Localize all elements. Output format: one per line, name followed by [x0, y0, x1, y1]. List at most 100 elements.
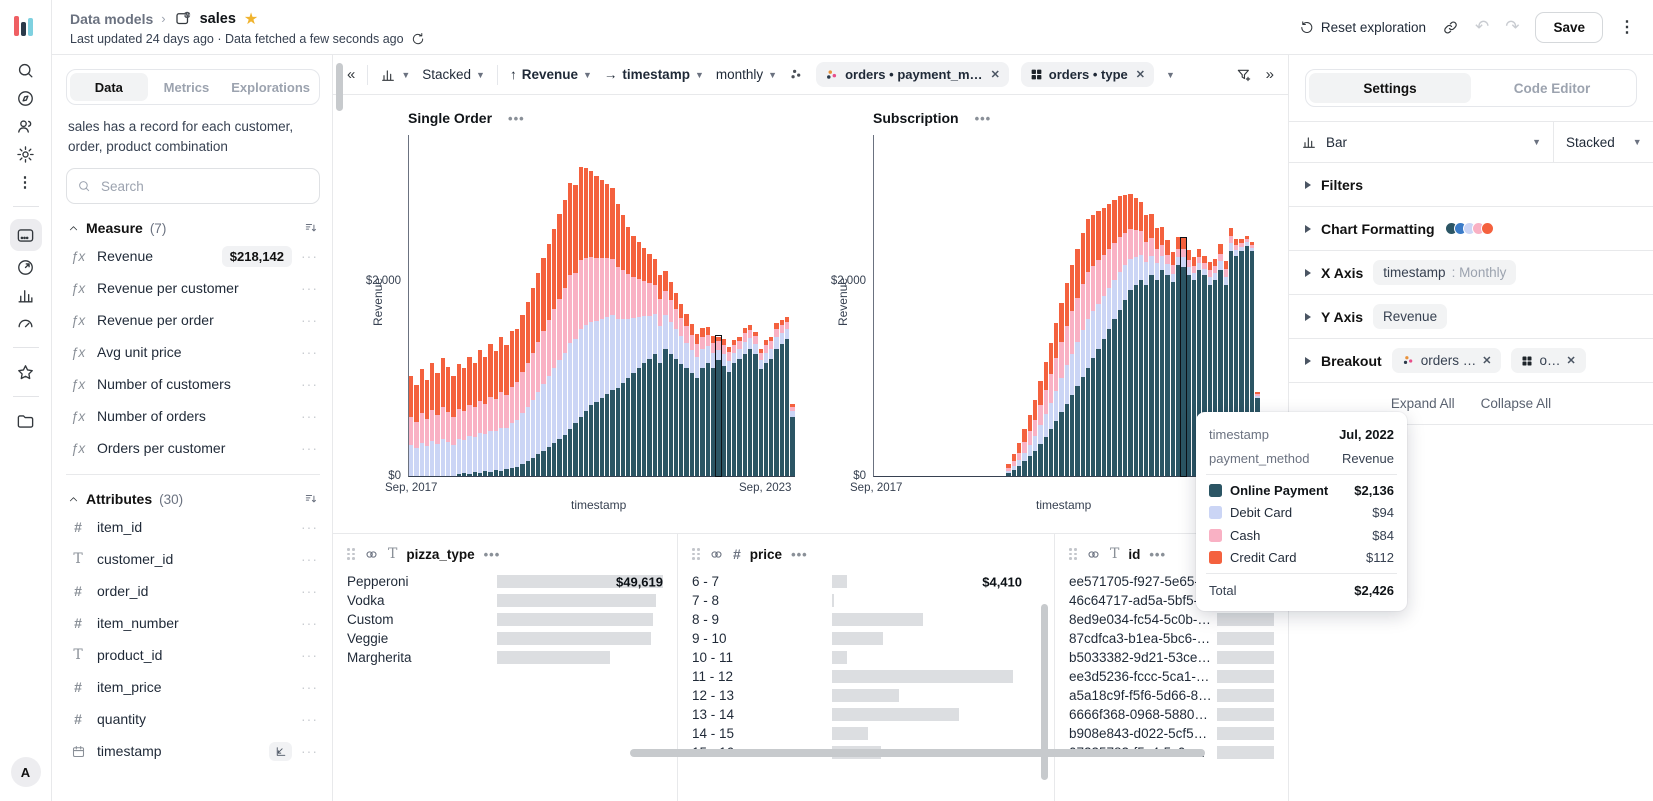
bar[interactable] [1112, 200, 1116, 476]
bar-segment[interactable] [711, 353, 715, 369]
bar-segment[interactable] [462, 440, 466, 473]
bar-segment[interactable] [1012, 470, 1016, 476]
bar-segment[interactable] [1139, 255, 1143, 280]
bar-segment[interactable] [563, 353, 567, 435]
bar-segment[interactable] [769, 349, 773, 359]
bar-segment[interactable] [616, 204, 620, 267]
bar[interactable] [420, 369, 424, 476]
bar-segment[interactable] [488, 472, 492, 476]
bar-segment[interactable] [1123, 265, 1127, 299]
bar-segment[interactable] [579, 260, 583, 329]
bar-segment[interactable] [435, 373, 439, 415]
bar[interactable] [727, 347, 731, 476]
bar-segment[interactable] [510, 387, 514, 423]
chart-type-select[interactable]: Bar▼ [1289, 122, 1553, 162]
bar[interactable] [631, 236, 635, 476]
bar[interactable] [1086, 219, 1090, 476]
more-options-icon[interactable]: ⋮ [10, 168, 42, 196]
row-menu-icon[interactable]: ··· [301, 743, 318, 759]
bar[interactable] [1038, 381, 1042, 476]
bar[interactable] [769, 337, 773, 476]
list-item[interactable]: 8ed9e034-fc54-5c0b-… [1069, 610, 1274, 629]
bar-segment[interactable] [637, 242, 641, 279]
measure-item[interactable]: ƒxNumber of orders··· [66, 400, 320, 432]
bar-segment[interactable] [653, 285, 657, 314]
bar[interactable] [1155, 228, 1159, 476]
bar-segment[interactable] [669, 354, 673, 476]
bar-segment[interactable] [594, 402, 598, 476]
favorite-star-icon[interactable]: ★ [244, 9, 258, 29]
bar-segment[interactable] [1086, 219, 1090, 272]
bar-segment[interactable] [483, 404, 487, 434]
bar-segment[interactable] [568, 343, 572, 429]
bar-segment[interactable] [457, 439, 461, 474]
bar[interactable] [457, 364, 461, 476]
bar-segment[interactable] [616, 319, 620, 387]
row-menu-icon[interactable]: ··· [301, 647, 318, 663]
bar-segment[interactable] [451, 376, 455, 417]
bar-segment[interactable] [520, 372, 524, 413]
bar-segment[interactable] [494, 399, 498, 431]
breakout-chip-2[interactable]: o…✕ [1511, 348, 1585, 373]
bar[interactable] [605, 184, 609, 476]
bar-segment[interactable] [557, 214, 561, 298]
bar-segment[interactable] [1139, 231, 1143, 254]
bar-segment[interactable] [531, 400, 535, 459]
bar-segment[interactable] [462, 473, 466, 476]
bar[interactable] [1160, 227, 1164, 476]
bar[interactable] [547, 244, 551, 476]
bar-segment[interactable] [1149, 214, 1153, 238]
bar-segment[interactable] [658, 363, 662, 476]
bar-segment[interactable] [1229, 236, 1233, 243]
bar-segment[interactable] [1059, 412, 1063, 476]
bar-segment[interactable] [1171, 282, 1175, 476]
bar-segment[interactable] [1102, 296, 1106, 339]
bar-segment[interactable] [1038, 444, 1042, 476]
row-menu-icon[interactable]: ··· [301, 376, 318, 392]
bar-segment[interactable] [780, 325, 784, 333]
bar-segment[interactable] [1075, 342, 1079, 386]
bar-segment[interactable] [642, 316, 646, 363]
bar-segment[interactable] [743, 333, 747, 341]
bar-segment[interactable] [515, 382, 519, 420]
bar[interactable] [1054, 323, 1058, 476]
bar[interactable] [478, 350, 482, 476]
bar-segment[interactable] [1155, 263, 1159, 280]
bar-segment[interactable] [1096, 211, 1100, 260]
bar[interactable] [690, 324, 694, 476]
list-item[interactable]: 10 - 11 [692, 648, 1022, 667]
bar-segment[interactable] [647, 359, 651, 476]
bar-segment[interactable] [748, 330, 752, 338]
row-menu-icon[interactable]: ··· [301, 711, 318, 727]
bar-segment[interactable] [663, 349, 667, 476]
bar-segment[interactable] [1022, 442, 1026, 453]
list-item[interactable]: a5a18c9f-f5f6-5d66-8… [1069, 686, 1274, 705]
field-panel-title[interactable]: id [1128, 547, 1140, 562]
bar[interactable] [504, 345, 508, 476]
bar-segment[interactable] [1033, 400, 1037, 419]
bar-segment[interactable] [1070, 354, 1074, 395]
attribute-item[interactable]: #item_id··· [66, 511, 320, 543]
bar-segment[interactable] [658, 299, 662, 326]
bar-segment[interactable] [1176, 249, 1180, 257]
bar-segment[interactable] [600, 398, 604, 476]
breakout-chip-type[interactable]: orders • type ✕ [1021, 62, 1154, 87]
bar-segment[interactable] [1044, 390, 1048, 415]
breakout-section[interactable]: Breakout orders …✕ o…✕ [1289, 339, 1653, 383]
drag-handle-icon[interactable] [692, 548, 700, 560]
bar-segment[interactable] [1091, 358, 1095, 476]
bar-segment[interactable] [467, 474, 471, 476]
bar-segment[interactable] [684, 343, 688, 368]
bar-segment[interactable] [1017, 453, 1021, 461]
bar-segment[interactable] [552, 229, 556, 309]
bar-segment[interactable] [737, 349, 741, 359]
bar-segment[interactable] [589, 171, 593, 257]
app-logo-icon[interactable] [14, 12, 38, 36]
bar-segment[interactable] [1144, 215, 1148, 241]
bar-segment[interactable] [457, 474, 461, 476]
bar-segment[interactable] [584, 258, 588, 325]
save-button[interactable]: Save [1535, 12, 1603, 43]
color-palette[interactable] [1445, 222, 1494, 235]
bar-segment[interactable] [732, 345, 736, 353]
bar-segment[interactable] [1208, 270, 1212, 277]
